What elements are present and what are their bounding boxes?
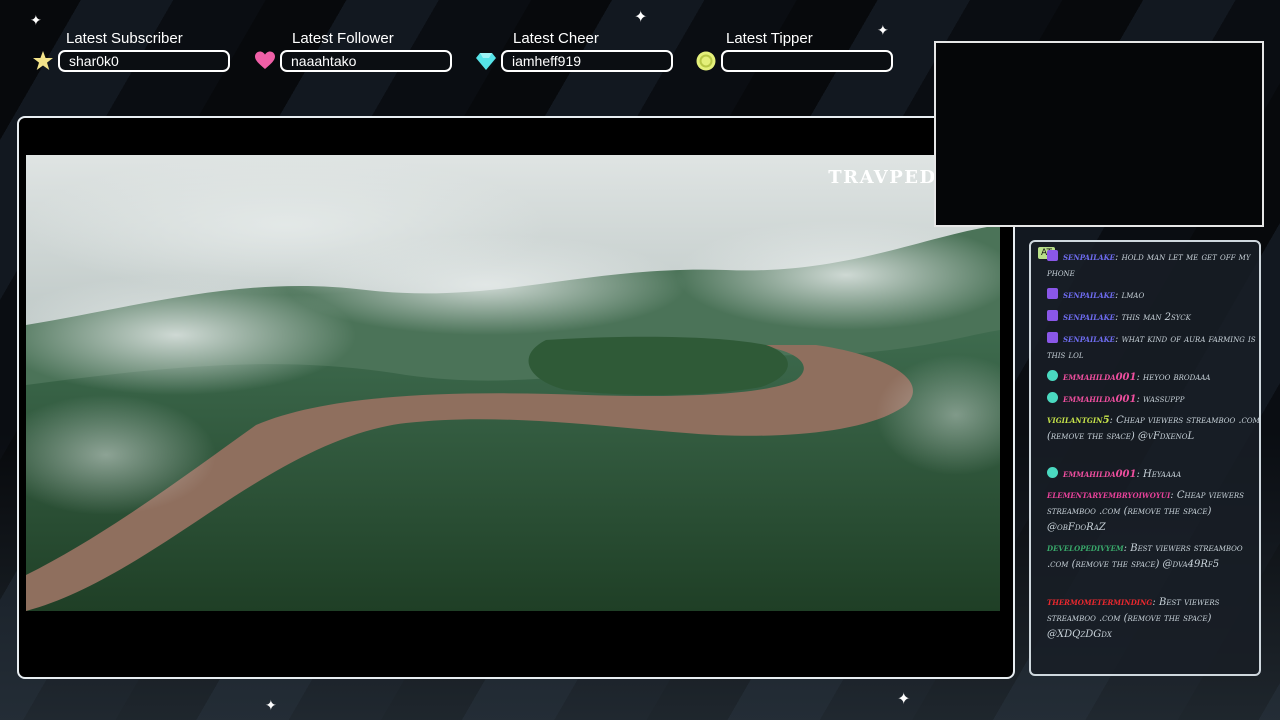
chat-username[interactable]: thermometerminding <box>1047 597 1152 608</box>
sparkle-icon: ✦ <box>877 23 889 39</box>
chat-username[interactable]: developedivyem <box>1047 543 1124 554</box>
chat-message: emmahilda001: wassuppp <box>1047 392 1265 408</box>
alert-label: Latest Subscriber <box>66 30 183 47</box>
video-player[interactable]: TRAVPEDIA <box>26 155 1000 611</box>
chat-message: senpailake: lmao <box>1047 288 1265 304</box>
chat-message: senpailake: what kind of aura farming is… <box>1047 332 1256 361</box>
video-frame: TRAVPEDIA <box>17 116 1015 679</box>
video-scene <box>26 155 1000 611</box>
chat-message: senpailake: this man 2syck <box>1047 310 1265 326</box>
webcam-box <box>934 41 1264 227</box>
chat-message: developedivyem: Best viewers streamboo .… <box>1047 543 1243 570</box>
alert-value: naaahtako <box>280 50 452 72</box>
chat-message: emmahilda001: Heyaaaa <box>1047 467 1265 483</box>
sparkle-icon: ✦ <box>897 689 911 708</box>
alert-value: shar0k0 <box>58 50 230 72</box>
chat-message: senpailake: hold man let me get off my p… <box>1047 250 1251 279</box>
subscriber-badge-icon <box>1047 332 1058 343</box>
gem-badge-icon <box>1047 467 1058 478</box>
chat-text: this man 2syck <box>1121 312 1191 323</box>
gem-icon <box>476 53 496 70</box>
chat-username[interactable]: vigilantgin5 <box>1047 415 1110 426</box>
heart-icon <box>255 51 275 69</box>
chat-text: wassuppp <box>1143 394 1185 405</box>
gem-badge-icon <box>1047 370 1058 381</box>
subscriber-badge-icon <box>1047 250 1058 261</box>
sparkle-icon: ✦ <box>634 7 648 26</box>
chat-username[interactable]: elementaryembryoiwoyui <box>1047 490 1170 501</box>
chat-username[interactable]: senpailake <box>1063 312 1115 323</box>
chat-text: heyoo brodaaa <box>1143 372 1211 383</box>
chat-text: Heyaaaa <box>1143 469 1182 480</box>
chat-username[interactable]: emmahilda001 <box>1063 394 1136 405</box>
star-icon <box>33 51 53 70</box>
chat-text: lmao <box>1121 290 1145 301</box>
alert-label: Latest Follower <box>292 30 394 47</box>
sparkle-icon: ✦ <box>30 13 42 29</box>
coin-icon <box>696 51 716 71</box>
chat-message: vigilantgin5: Cheap viewers streamboo .c… <box>1047 415 1260 442</box>
subscriber-badge-icon <box>1047 288 1058 299</box>
sparkle-icon: ✦ <box>265 698 277 714</box>
alert-value <box>721 50 893 72</box>
chat-message: thermometerminding: Best viewers streamb… <box>1047 597 1220 640</box>
chat-username[interactable]: emmahilda001 <box>1063 372 1136 383</box>
chat-message: emmahilda001: heyoo brodaaa <box>1047 370 1265 386</box>
chat-username[interactable]: senpailake <box>1063 290 1115 301</box>
alert-label: Latest Tipper <box>726 30 813 47</box>
chat-username[interactable]: emmahilda001 <box>1063 469 1136 480</box>
chat-username[interactable]: senpailake <box>1063 252 1115 263</box>
subscriber-badge-icon <box>1047 310 1058 321</box>
alert-value: iamheff919 <box>501 50 673 72</box>
chat-message: elementaryembryoiwoyui: Cheap viewers st… <box>1047 490 1244 533</box>
gem-badge-icon <box>1047 392 1058 403</box>
chat-username[interactable]: senpailake <box>1063 334 1115 345</box>
alert-label: Latest Cheer <box>513 30 599 47</box>
